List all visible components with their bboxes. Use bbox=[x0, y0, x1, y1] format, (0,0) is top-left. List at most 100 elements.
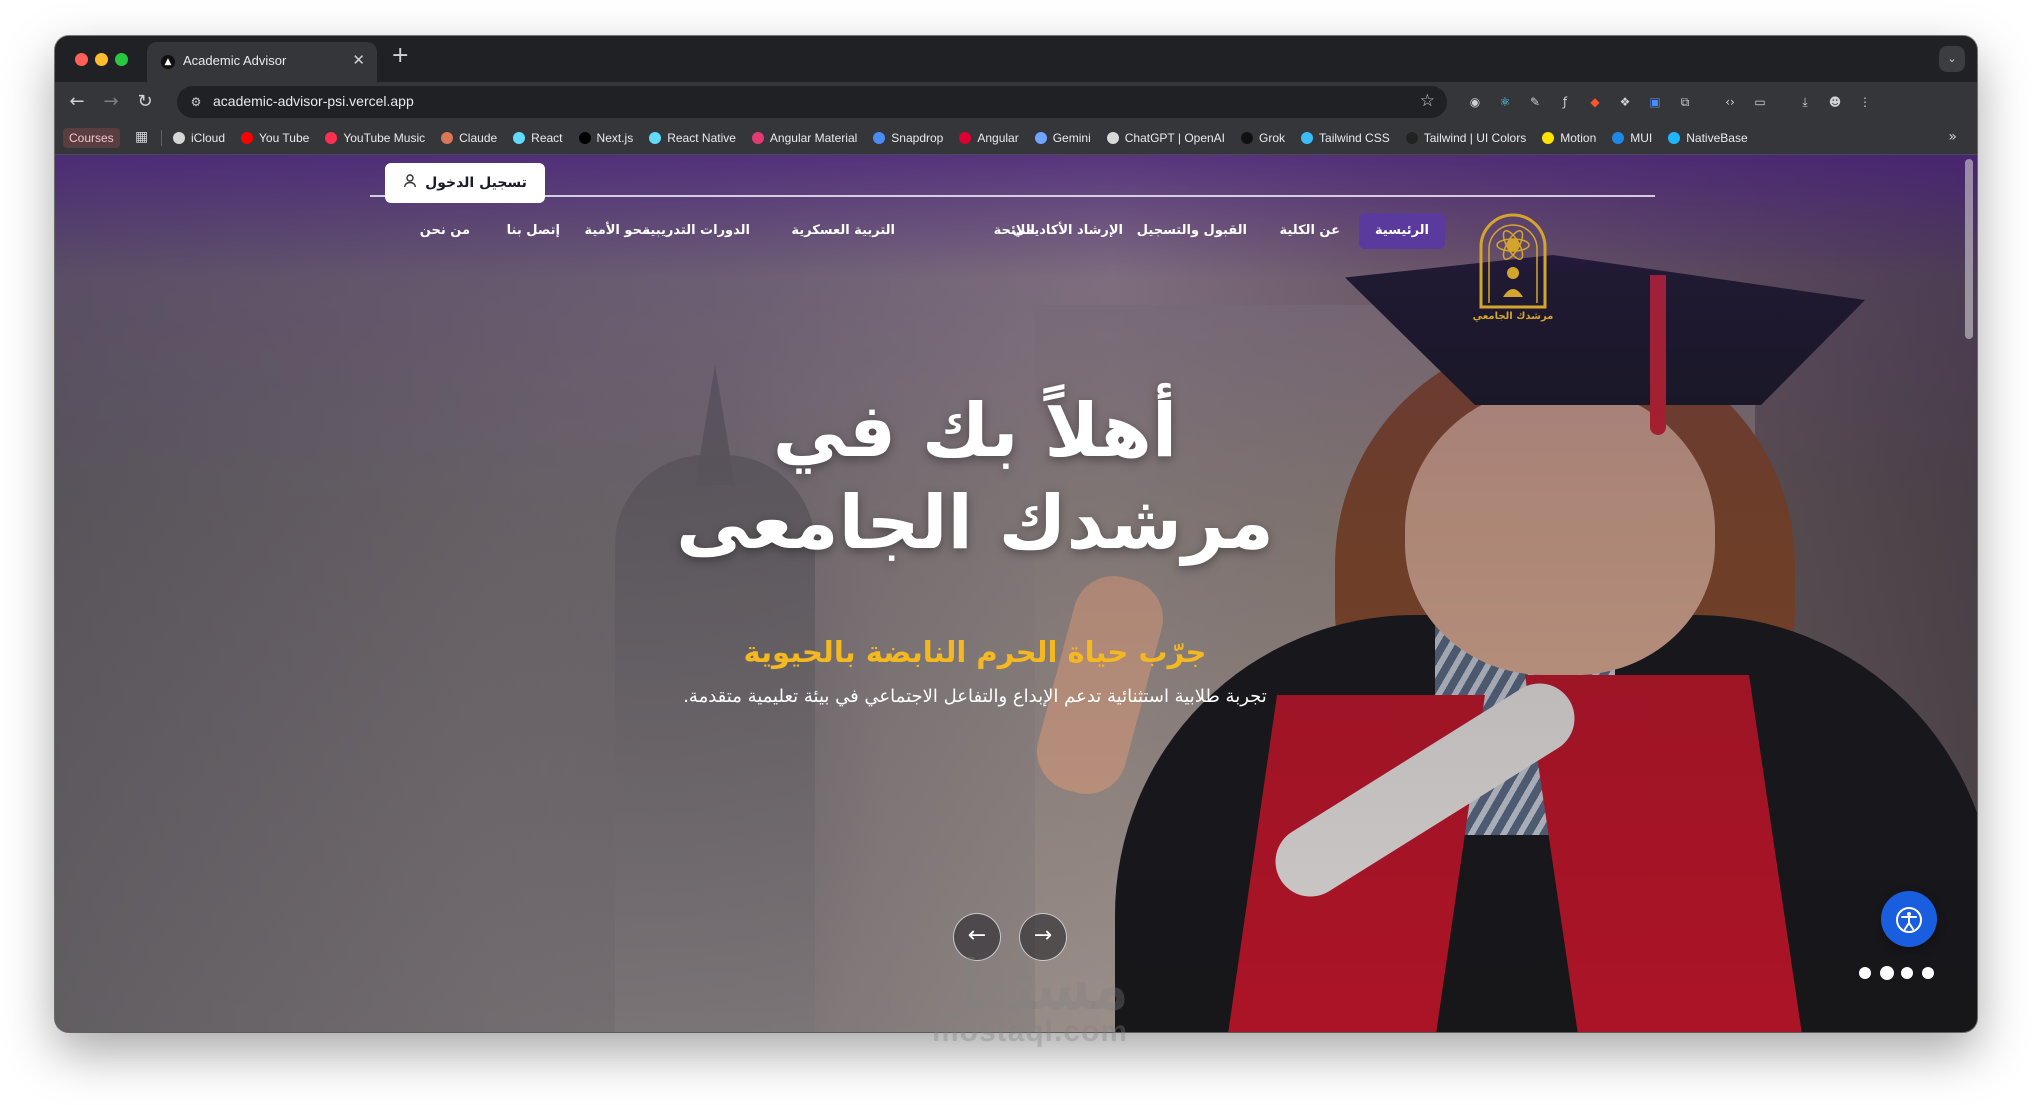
bookmark-favicon-icon bbox=[1241, 132, 1254, 144]
bookmark-label: iCloud bbox=[191, 131, 226, 145]
profile-avatar[interactable]: ☻ bbox=[1825, 92, 1845, 112]
site-logo[interactable]: مرشدك الجامعي bbox=[1473, 207, 1553, 327]
bookmark-item[interactable]: Angular bbox=[959, 131, 1019, 145]
url-text: academic-advisor-psi.vercel.app bbox=[213, 93, 414, 109]
watermark-latin: mostaql.com bbox=[931, 1015, 1129, 1048]
login-label: تسجيل الدخول bbox=[425, 175, 527, 191]
bookmark-item[interactable]: Snapdrop bbox=[873, 131, 943, 145]
devtools-code-icon[interactable]: ‹› bbox=[1720, 92, 1740, 112]
bookmark-item[interactable]: Angular Material bbox=[751, 131, 858, 145]
bookmark-favicon-icon bbox=[1612, 132, 1625, 144]
nav-item[interactable]: اللائحة bbox=[994, 213, 1035, 249]
page-scrollbar[interactable] bbox=[1965, 159, 1973, 339]
puzzle-extensions-icon[interactable]: ⧉ bbox=[1675, 92, 1695, 112]
hero-title: أهلاً بك في مرشدك الجامعى bbox=[676, 388, 1274, 566]
bookmarks-bar: Courses ▦ iCloud You Tube YouTube Music Cla… bbox=[55, 122, 1977, 155]
minimize-window-button[interactable] bbox=[95, 53, 108, 66]
tab-search-icon[interactable]: ⌄ bbox=[1939, 46, 1965, 72]
login-button[interactable]: تسجيل الدخول bbox=[385, 163, 545, 203]
bookmark-item[interactable]: NativeBase bbox=[1668, 131, 1748, 145]
bookmark-item[interactable]: React bbox=[513, 131, 563, 145]
bookmark-item[interactable]: ChatGPT | OpenAI bbox=[1106, 131, 1226, 145]
gift-extension-icon[interactable]: ❖ bbox=[1615, 92, 1635, 112]
font-extension-icon[interactable]: ƒ bbox=[1555, 92, 1575, 112]
bookmark-label: React Native bbox=[667, 131, 736, 145]
site-settings-icon[interactable]: ⚙ bbox=[187, 93, 205, 111]
logo-text: مرشدك الجامعي bbox=[1472, 311, 1554, 322]
header-divider bbox=[370, 195, 1655, 197]
hero-overlay bbox=[55, 155, 1977, 1032]
bookmark-star-icon[interactable]: ☆ bbox=[1420, 91, 1435, 111]
nav-item[interactable]: القبول والتسجيل bbox=[1137, 213, 1247, 249]
more-menu-icon[interactable]: ⋮ bbox=[1855, 92, 1875, 112]
bookmark-label: Angular Material bbox=[769, 131, 858, 145]
close-tab-icon[interactable]: ✕ bbox=[352, 51, 365, 69]
nav-item[interactable]: التربية العسكرية bbox=[791, 213, 895, 249]
bookmark-label: Motion bbox=[1560, 131, 1597, 145]
slider-dot[interactable] bbox=[1859, 967, 1871, 979]
bookmark-favicon-icon bbox=[751, 132, 764, 144]
apps-grid-icon[interactable]: ▦ bbox=[135, 129, 148, 145]
nav-item[interactable]: الرئيسية bbox=[1358, 213, 1445, 249]
bookmark-favicon-icon bbox=[1405, 132, 1418, 144]
nav-item[interactable]: إتصل بنا bbox=[507, 213, 560, 249]
tab-title: Academic Advisor bbox=[183, 53, 287, 68]
accessibility-fab[interactable] bbox=[1881, 891, 1937, 947]
slider-dot[interactable] bbox=[1901, 967, 1913, 979]
bookmark-item[interactable]: Next.js bbox=[578, 131, 633, 145]
vercel-favicon-icon: ▲ bbox=[161, 55, 175, 69]
forward-icon[interactable]: → bbox=[99, 90, 123, 114]
bookmark-label: Tailwind | UI Colors bbox=[1423, 131, 1527, 145]
nav-item[interactable]: عن الكلية bbox=[1280, 213, 1341, 249]
user-icon bbox=[403, 174, 417, 192]
nav-item[interactable]: محو الأمية bbox=[585, 213, 650, 249]
hero-description: تجربة طلابية استثنائية تدعم الإبداع والت… bbox=[683, 686, 1267, 707]
react-devtools-icon[interactable]: ⚛ bbox=[1495, 92, 1515, 112]
slider-dot[interactable] bbox=[1922, 967, 1934, 979]
download-icon[interactable]: ⤓ bbox=[1795, 92, 1815, 112]
back-icon[interactable]: ← bbox=[65, 90, 89, 114]
device-toolbar-icon[interactable]: ▭ bbox=[1750, 92, 1770, 112]
nav-item[interactable]: الدورات التدريبية bbox=[643, 213, 750, 249]
slider-dot[interactable] bbox=[1880, 966, 1894, 980]
bookmark-item[interactable]: React Native bbox=[649, 131, 736, 145]
bookmark-item[interactable]: Gemini bbox=[1034, 131, 1091, 145]
extension-icon[interactable]: ◉ bbox=[1465, 92, 1485, 112]
bookmark-item[interactable]: Grok bbox=[1241, 131, 1285, 145]
bookmark-label: Snapdrop bbox=[891, 131, 944, 145]
nav-item[interactable]: من نحن bbox=[420, 213, 470, 249]
bookmark-label: You Tube bbox=[259, 131, 310, 145]
bookmark-favicon-icon bbox=[873, 132, 886, 144]
bookmark-item[interactable]: YouTube Music bbox=[325, 131, 425, 145]
bookmark-item[interactable]: Motion bbox=[1542, 131, 1596, 145]
bookmark-label: Claude bbox=[459, 131, 498, 145]
address-bar[interactable]: ⚙ academic-advisor-psi.vercel.app ☆ bbox=[177, 86, 1447, 118]
bookmark-item[interactable]: Claude bbox=[441, 131, 497, 145]
bookmark-item[interactable]: iCloud bbox=[173, 131, 225, 145]
bookmark-favicon-icon bbox=[1301, 132, 1314, 144]
bookmark-item[interactable]: MUI bbox=[1612, 131, 1652, 145]
more-bookmarks-icon[interactable]: » bbox=[1948, 129, 1957, 145]
bookmark-item[interactable]: Tailwind CSS bbox=[1301, 131, 1390, 145]
new-tab-icon[interactable]: + bbox=[391, 45, 409, 67]
bookmark-label: Gemini bbox=[1052, 131, 1091, 145]
main-nav: الرئيسية عن الكلية القبول والتسجيل الإرشاد … bbox=[420, 213, 1455, 249]
pen-extension-icon[interactable]: ✎ bbox=[1525, 92, 1545, 112]
close-window-button[interactable] bbox=[75, 53, 88, 66]
bookmark-favicon-icon bbox=[1106, 132, 1119, 144]
bookmark-courses[interactable]: Courses bbox=[63, 128, 120, 148]
bookmark-item[interactable]: You Tube bbox=[241, 131, 309, 145]
tab-strip: ▲ Academic Advisor ✕ + ⌄ bbox=[55, 36, 1977, 82]
bookmark-favicon-icon bbox=[513, 132, 526, 144]
browser-tab[interactable]: ▲ Academic Advisor ✕ bbox=[147, 42, 377, 82]
bookmark-label: NativeBase bbox=[1686, 131, 1748, 145]
reload-icon[interactable]: ↻ bbox=[133, 90, 157, 114]
shield-extension-icon[interactable]: ◆ bbox=[1585, 92, 1605, 112]
bookmark-item[interactable]: Tailwind | UI Colors bbox=[1405, 131, 1527, 145]
bookmark-label: ChatGPT | OpenAI bbox=[1124, 131, 1226, 145]
bookmark-favicon-icon bbox=[325, 132, 338, 144]
translate-extension-icon[interactable]: ▣ bbox=[1645, 92, 1665, 112]
bookmark-label: Angular bbox=[977, 131, 1019, 145]
bookmark-list: iCloud You Tube YouTube Music Claude React Ne… bbox=[173, 122, 1764, 154]
maximize-window-button[interactable] bbox=[115, 53, 128, 66]
